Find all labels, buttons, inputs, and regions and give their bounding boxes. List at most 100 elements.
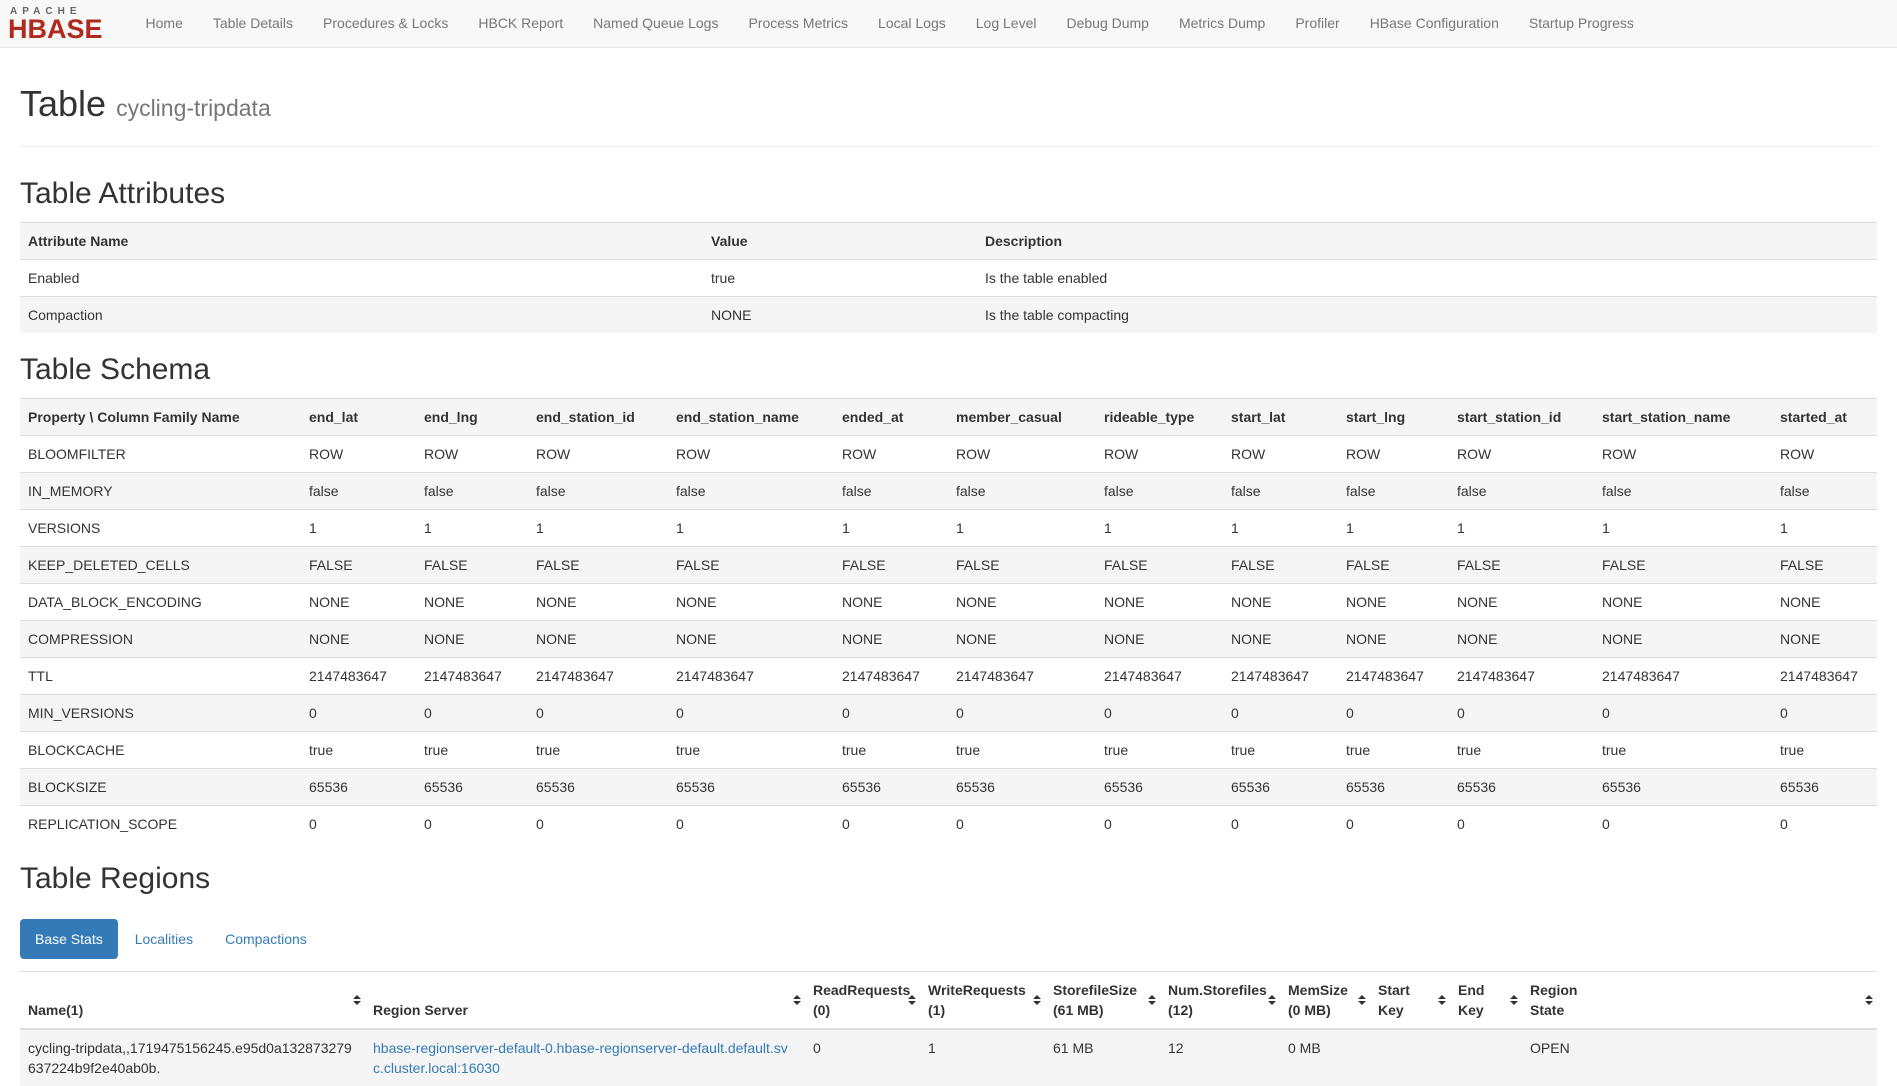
schema-value-cell: 65536 (1096, 768, 1223, 805)
tab-base-stats: Base Stats (20, 919, 118, 959)
nav-link-debug-dump[interactable]: Debug Dump (1051, 0, 1164, 47)
schema-value-cell: 0 (416, 805, 528, 842)
regions-column-label-line1: Name(1) (28, 1000, 349, 1020)
schema-row-ttl: TTL2147483647214748364721474836472147483… (20, 657, 1877, 694)
regions-column-name-1[interactable]: Name(1) (20, 971, 365, 1029)
schema-value-cell: ROW (1594, 435, 1772, 472)
sort-up-arrow-icon (1033, 995, 1041, 999)
schema-value-cell: 0 (668, 805, 834, 842)
end-key (1450, 1029, 1522, 1086)
schema-value-cell: 65536 (1449, 768, 1594, 805)
nav-link-table-details[interactable]: Table Details (198, 0, 308, 47)
schema-value-cell: 1 (528, 509, 668, 546)
schema-property-name: BLOCKCACHE (20, 731, 301, 768)
schema-value-cell: 0 (301, 805, 416, 842)
schema-property-name: MIN_VERSIONS (20, 694, 301, 731)
regions-column-region-server[interactable]: Region Server (365, 971, 805, 1029)
schema-value-cell: false (1338, 472, 1449, 509)
regions-column-readrequests-0[interactable]: ReadRequests(0) (805, 971, 920, 1029)
regions-column-storefilesize-61-mb[interactable]: StorefileSize(61 MB) (1045, 971, 1160, 1029)
sort-icon[interactable] (908, 995, 916, 1005)
schema-value-cell: FALSE (528, 546, 668, 583)
regions-column-label-line1: ReadRequests (813, 980, 904, 1000)
sort-icon[interactable] (353, 995, 361, 1005)
schema-value-cell: false (1223, 472, 1338, 509)
regions-column-end-key[interactable]: EndKey (1450, 971, 1522, 1029)
schema-value-cell: false (668, 472, 834, 509)
sort-icon[interactable] (1033, 995, 1041, 1005)
regions-column-label-line2: (1) (928, 1000, 1029, 1020)
sort-icon[interactable] (1148, 995, 1156, 1005)
schema-value-cell: FALSE (1223, 546, 1338, 583)
schema-value-cell: 0 (528, 694, 668, 731)
regions-column-num-storefiles-12[interactable]: Num.Storefiles(12) (1160, 971, 1280, 1029)
regions-column-memsize-0-mb[interactable]: MemSize(0 MB) (1280, 971, 1370, 1029)
schema-value-cell: false (1096, 472, 1223, 509)
schema-value-cell: 1 (1594, 509, 1772, 546)
nav-link-named-queue-logs[interactable]: Named Queue Logs (578, 0, 733, 47)
schema-value-cell: 0 (948, 805, 1096, 842)
nav-menu: HomeTable DetailsProcedures & LocksHBCK … (131, 0, 1649, 47)
schema-value-cell: true (1772, 731, 1877, 768)
schema-value-cell: NONE (528, 583, 668, 620)
schema-column-started-at: started_at (1772, 398, 1877, 435)
sort-icon[interactable] (793, 995, 801, 1005)
schema-value-cell: 1 (416, 509, 528, 546)
nav-link-local-logs[interactable]: Local Logs (863, 0, 961, 47)
nav-link-process-metrics[interactable]: Process Metrics (733, 0, 863, 47)
schema-value-cell: false (948, 472, 1096, 509)
schema-table: Property \ Column Family Nameend_latend_… (20, 398, 1877, 842)
attributes-header-row: Attribute NameValueDescription (20, 222, 1877, 259)
schema-value-cell: ROW (834, 435, 948, 472)
sort-icon[interactable] (1358, 995, 1366, 1005)
sort-down-arrow-icon (1865, 1001, 1873, 1005)
schema-column-start-lat: start_lat (1223, 398, 1338, 435)
regions-column-label-line2: (12) (1168, 1000, 1264, 1020)
schema-value-cell: 2147483647 (1223, 657, 1338, 694)
schema-value-cell: 0 (416, 694, 528, 731)
schema-value-cell: 0 (1772, 694, 1877, 731)
nav-link-startup-progress[interactable]: Startup Progress (1514, 0, 1649, 47)
nav-link-hbck-report[interactable]: HBCK Report (463, 0, 578, 47)
nav-link-log-level[interactable]: Log Level (961, 0, 1052, 47)
schema-value-cell: NONE (834, 583, 948, 620)
attribute-description: Is the table enabled (977, 259, 1877, 296)
schema-value-cell: 0 (834, 805, 948, 842)
schema-value-cell: NONE (668, 583, 834, 620)
schema-value-cell: 0 (948, 694, 1096, 731)
schema-value-cell: 1 (668, 509, 834, 546)
regions-column-region-state[interactable]: RegionState (1522, 971, 1877, 1029)
sort-icon[interactable] (1438, 995, 1446, 1005)
nav-link-hbase-configuration[interactable]: HBase Configuration (1355, 0, 1514, 47)
tab-link-compactions[interactable]: Compactions (210, 919, 322, 959)
nav-item-hbck-report: HBCK Report (463, 0, 578, 47)
schema-column-end-station-name: end_station_name (668, 398, 834, 435)
schema-value-cell: false (416, 472, 528, 509)
regions-column-writerequests-1[interactable]: WriteRequests(1) (920, 971, 1045, 1029)
schema-value-cell: 0 (1594, 805, 1772, 842)
hbase-logo[interactable]: APACHE HBASE (8, 5, 103, 43)
nav-link-home[interactable]: Home (131, 0, 198, 47)
regions-column-label-line1: End (1458, 980, 1506, 1000)
nav-link-metrics-dump[interactable]: Metrics Dump (1164, 0, 1280, 47)
schema-value-cell: true (416, 731, 528, 768)
sort-icon[interactable] (1510, 995, 1518, 1005)
tab-link-base-stats[interactable]: Base Stats (20, 919, 118, 959)
sort-icon[interactable] (1865, 995, 1873, 1005)
schema-value-cell: false (301, 472, 416, 509)
nav-link-procedures-locks[interactable]: Procedures & Locks (308, 0, 463, 47)
schema-value-cell: NONE (1594, 620, 1772, 657)
sort-up-arrow-icon (1510, 995, 1518, 999)
tab-link-localities[interactable]: Localities (120, 919, 208, 959)
nav-link-profiler[interactable]: Profiler (1280, 0, 1354, 47)
sort-up-arrow-icon (1438, 995, 1446, 999)
nav-item-table-details: Table Details (198, 0, 308, 47)
schema-value-cell: FALSE (1338, 546, 1449, 583)
region-name: cycling-tripdata,,1719475156245.e95d0a13… (20, 1029, 365, 1086)
sort-icon[interactable] (1268, 995, 1276, 1005)
schema-value-cell: ROW (416, 435, 528, 472)
regions-column-start-key[interactable]: StartKey (1370, 971, 1450, 1029)
nav-item-process-metrics: Process Metrics (733, 0, 863, 47)
region-server-link[interactable]: hbase-regionserver-default-0.hbase-regio… (373, 1040, 788, 1076)
schema-value-cell: NONE (1772, 583, 1877, 620)
